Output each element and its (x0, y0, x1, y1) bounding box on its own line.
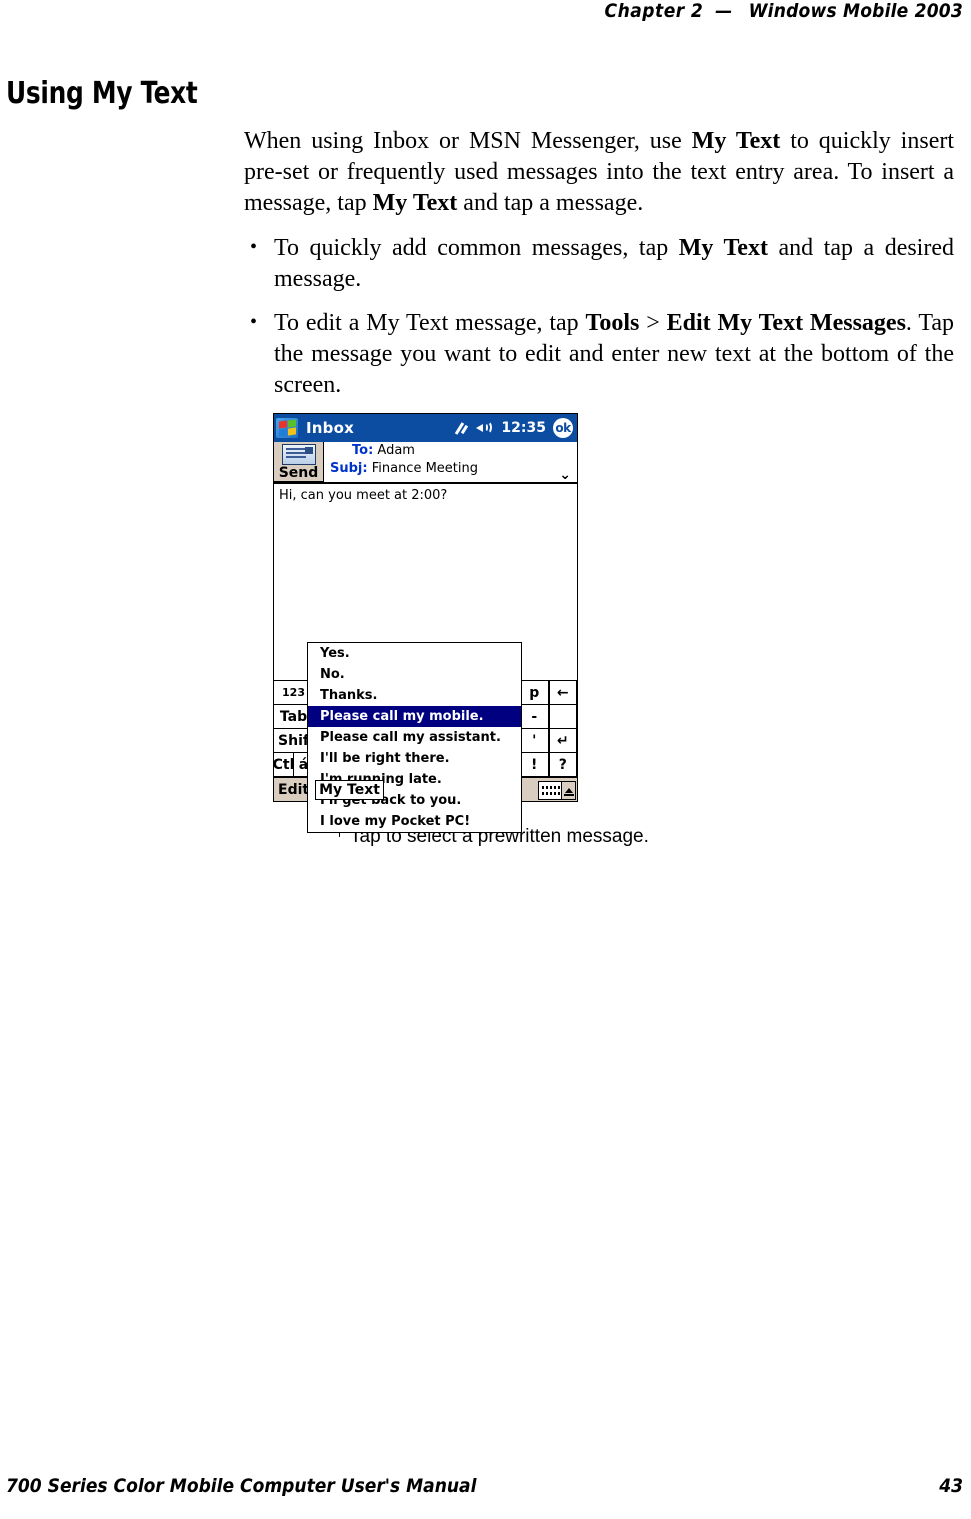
intro-text-3: and tap a message. (457, 190, 644, 216)
bullet-1-bold-1: My Text (678, 235, 768, 261)
chapter-label: Chapter (604, 0, 685, 22)
menu-item[interactable]: No. (308, 664, 521, 685)
chevron-double-down-icon[interactable]: ⌄ (559, 468, 571, 482)
keyboard-row-2: - (520, 705, 577, 729)
pda-status-icons: 12:35 ok (454, 414, 577, 442)
body-content: When using Inbox or MSN Messenger, use M… (244, 126, 954, 414)
intro-bold-mytext-2: My Text (372, 190, 458, 216)
speaker-icon[interactable] (476, 421, 494, 435)
keyboard-row-1: p ← (520, 681, 577, 705)
chapter-number: 2 (690, 0, 703, 22)
intro-text-1: When using Inbox or MSN Messenger, use (244, 128, 692, 154)
header-dash: — (715, 0, 733, 22)
envelope-icon (281, 444, 316, 465)
key-question[interactable]: ? (548, 753, 577, 777)
bullet-2-text-1: To edit a My Text message, tap (274, 310, 586, 336)
bullet-2-bold-editmytext: Edit My Text Messages (666, 310, 906, 336)
sync-arrows-icon[interactable] (454, 421, 469, 436)
subject-field-value: Finance Meeting (371, 461, 478, 476)
key-backspace[interactable]: ← (548, 681, 577, 705)
message-body-text: Hi, can you meet at 2:00? (279, 488, 448, 503)
send-button[interactable]: Send (274, 442, 324, 482)
keyboard-row-4: ! ? (520, 753, 577, 777)
mytext-menu-button[interactable]: My Text (315, 779, 384, 800)
recipient-fields: To: Adam Subj: Finance Meeting ⌄ (324, 442, 577, 482)
key-exclamation[interactable]: ! (520, 753, 549, 777)
header-product: Windows Mobile 2003 (748, 0, 963, 22)
bullet-1-text-1: To quickly add common messages, tap (274, 235, 679, 261)
pda-header-row: Send To: Adam Subj: Finance Meeting ⌄ (274, 442, 577, 484)
subject-field-label: Subj: (330, 461, 368, 476)
page-footer: 700 Series Color Mobile Computer User's … (6, 1475, 963, 1497)
footer-page-number: 43 (939, 1475, 963, 1497)
bullet-2-bold-tools: Tools (585, 310, 640, 336)
key-blank[interactable] (548, 705, 577, 729)
keyboard-row-3: ' ↵ (520, 729, 577, 753)
key-apostrophe[interactable]: ' (520, 729, 549, 753)
key-dash[interactable]: - (520, 705, 549, 729)
instruction-bullet-list: To quickly add common messages, tap My T… (244, 232, 954, 401)
page-title: Using My Text (6, 76, 198, 111)
page-running-header: Chapter 2 — Windows Mobile 2003 (0, 0, 963, 22)
ok-button[interactable]: ok (553, 418, 573, 438)
menu-item[interactable]: Thanks. (308, 685, 521, 706)
message-body-area[interactable]: Hi, can you meet at 2:00? Yes. No. Thank… (274, 484, 577, 833)
menu-item[interactable]: Please call my assistant. (308, 727, 521, 748)
pda-screenshot-figure: Inbox 12:35 ok Send To: Adam Subj: Finan… (273, 413, 578, 833)
menu-item[interactable]: Yes. (308, 643, 521, 664)
key-enter[interactable]: ↵ (548, 729, 577, 753)
intro-bold-mytext-1: My Text (691, 128, 781, 154)
windows-flag-icon[interactable] (276, 418, 298, 438)
menu-item[interactable]: I'll be right there. (308, 748, 521, 769)
command-bar-right (538, 778, 576, 802)
key-ctl[interactable]: Ctl (274, 753, 294, 777)
subject-field[interactable]: Subj: Finance Meeting (330, 460, 577, 478)
list-item: To quickly add common messages, tap My T… (244, 232, 954, 295)
pda-app-title: Inbox (306, 419, 354, 437)
mytext-popup-menu: Yes. No. Thanks. Please call my mobile. … (307, 642, 522, 833)
clock-label[interactable]: 12:35 (501, 420, 546, 436)
to-field[interactable]: To: Adam (330, 442, 577, 460)
pda-title-bar: Inbox 12:35 ok (274, 414, 577, 442)
menu-item-selected[interactable]: Please call my mobile. (308, 706, 521, 727)
send-button-label: Send (278, 465, 319, 481)
menu-item[interactable]: I love my Pocket PC! (308, 811, 521, 832)
to-field-label: To: (352, 443, 374, 458)
pda-screen: Inbox 12:35 ok Send To: Adam Subj: Finan… (273, 413, 578, 833)
list-item: To edit a My Text message, tap Tools > E… (244, 307, 954, 401)
bullet-2-separator: > (639, 310, 667, 336)
soft-keyboard-icon[interactable] (538, 780, 562, 800)
keyboard-right-column: p ← - ' ↵ ! ? (520, 681, 577, 777)
intro-paragraph: When using Inbox or MSN Messenger, use M… (244, 126, 954, 219)
to-field-value: Adam (377, 443, 415, 458)
key-p[interactable]: p (520, 681, 549, 705)
chevron-up-icon[interactable] (562, 780, 576, 800)
footer-manual-title: 700 Series Color Mobile Computer User's … (6, 1475, 477, 1497)
